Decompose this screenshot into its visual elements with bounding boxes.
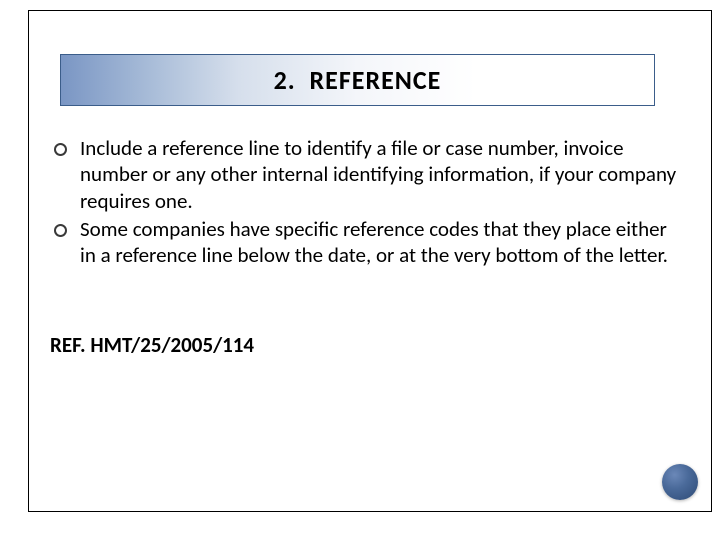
content-area: Include a reference line to identify a f… [50,135,680,270]
title-box: 2. REFERENCE [60,54,655,106]
decorative-circle-icon [662,464,698,500]
list-item: Include a reference line to identify a f… [50,135,680,214]
list-item: Some companies have specific reference c… [50,216,680,269]
title-number: 2. [274,64,296,96]
reference-example: REF. HMT/25/2005/114 [50,332,254,358]
bullet-list: Include a reference line to identify a f… [50,135,680,268]
title-rest: EFERENCE [325,64,441,96]
slide-title: 2. REFERENCE [274,64,442,96]
title-first-letter: R [310,64,326,96]
